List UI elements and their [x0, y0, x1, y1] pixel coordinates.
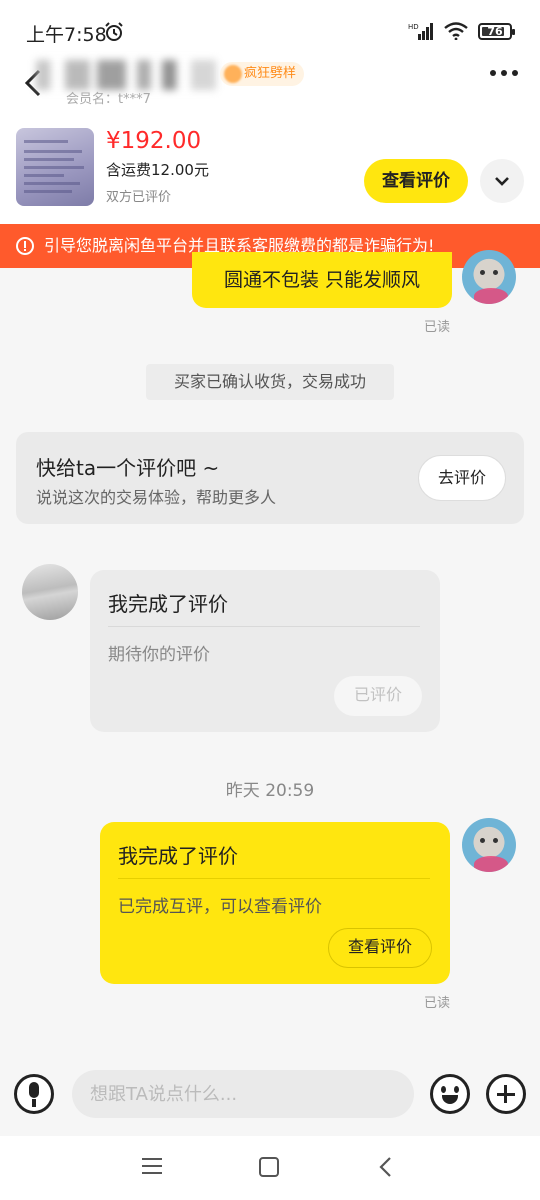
seller-avatar[interactable]	[22, 564, 78, 620]
seller-review-card[interactable]: 我完成了评价 期待你的评价 已评价	[90, 570, 440, 732]
review-prompt-title: 快给ta一个评价吧 ~	[36, 456, 220, 480]
system-nav-bar	[0, 1136, 540, 1200]
svg-text:HD: HD	[408, 23, 419, 31]
warning-icon	[16, 237, 34, 255]
read-receipt: 已读	[424, 320, 451, 335]
card-title: 我完成了评价	[118, 844, 238, 868]
shipping-fee: 含运费12.00元	[106, 161, 209, 179]
review-prompt-subtitle: 说说这次的交易体验，帮助更多人	[36, 488, 277, 507]
status-bar: 上午7:58 HD 76	[0, 0, 540, 60]
my-review-card[interactable]: 我完成了评价 已完成互评，可以查看评价 查看评价	[100, 822, 450, 984]
seller-badge: 疯狂劈样	[220, 62, 305, 86]
collapse-button[interactable]	[480, 159, 524, 203]
chevron-down-icon	[495, 177, 509, 186]
nav-back-icon[interactable]	[378, 1156, 394, 1178]
emoji-icon[interactable]	[430, 1074, 470, 1114]
plus-icon[interactable]	[486, 1074, 526, 1114]
reviewed-button[interactable]: 已评价	[334, 676, 422, 716]
battery-icon: 76	[478, 22, 515, 40]
alarm-icon	[105, 22, 123, 41]
card-subtitle: 已完成互评，可以查看评价	[118, 897, 322, 917]
status-time: 上午7:58	[26, 24, 107, 46]
message-input-bar	[0, 1060, 540, 1132]
wifi-icon	[444, 22, 468, 40]
product-summary[interactable]: ¥192.00 含运费12.00元 双方已评价 查看评价	[0, 106, 540, 224]
product-thumbnail[interactable]	[16, 128, 94, 206]
more-icon[interactable]	[490, 70, 518, 76]
card-subtitle: 期待你的评价	[108, 645, 210, 665]
contact-name-redacted	[36, 60, 216, 90]
nav-menu-icon[interactable]	[142, 1158, 162, 1176]
signal-icon: HD	[408, 23, 433, 40]
card-divider	[108, 626, 420, 627]
my-avatar[interactable]	[462, 250, 516, 304]
card-title: 我完成了评价	[108, 592, 228, 616]
nav-home-icon[interactable]	[259, 1157, 279, 1177]
member-name: 会员名：t***7	[66, 92, 151, 107]
battery-level: 76	[487, 24, 503, 38]
message-input[interactable]	[72, 1070, 414, 1118]
system-notice: 买家已确认收货，交易成功	[146, 364, 394, 400]
status-icons: HD 76	[408, 22, 515, 40]
product-price: ¥192.00	[106, 128, 202, 154]
review-status: 双方已评价	[106, 190, 172, 205]
my-avatar[interactable]	[462, 818, 516, 872]
read-receipt: 已读	[424, 996, 451, 1011]
view-review-card-button[interactable]: 查看评价	[328, 928, 432, 968]
view-review-button[interactable]: 查看评价	[364, 159, 468, 203]
message-timestamp: 昨天 20:59	[225, 781, 315, 801]
chat-header: 疯狂劈样 会员名：t***7	[0, 60, 540, 107]
go-review-button[interactable]: 去评价	[418, 455, 506, 501]
outgoing-message[interactable]: 圆通不包装 只能发顺风	[192, 252, 452, 308]
card-divider	[118, 878, 430, 879]
microphone-icon[interactable]	[14, 1074, 54, 1114]
